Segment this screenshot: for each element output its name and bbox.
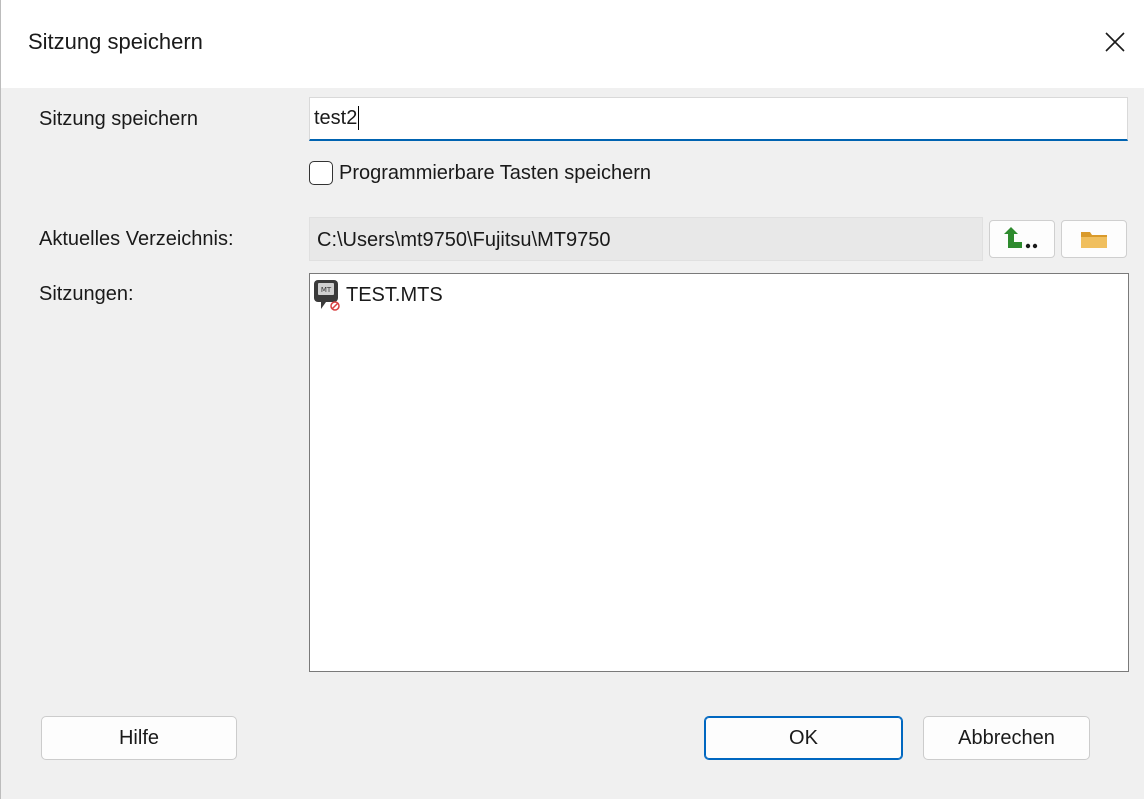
up-directory-icon: [1004, 227, 1038, 249]
save-keys-label: Programmierbare Tasten speichern: [339, 161, 652, 184]
current-directory-field: C:\Users\mt9750\Fujitsu\MT9750: [309, 217, 983, 261]
session-file-name: TEST.MTS: [346, 283, 443, 306]
session-name-input[interactable]: test2: [309, 97, 1128, 141]
dialog-title: Sitzung speichern: [28, 29, 203, 54]
mt-session-file-icon: MT: [314, 280, 340, 311]
sessions-list[interactable]: MT TEST.MTS: [309, 273, 1129, 672]
close-button[interactable]: [1093, 20, 1137, 64]
session-name-value: test2: [314, 107, 358, 129]
current-directory-label: Aktuelles Verzeichnis:: [39, 228, 234, 250]
close-icon: [1105, 32, 1125, 52]
title-bar: Sitzung speichern: [1, 0, 1144, 88]
save-keys-option[interactable]: Programmierbare Tasten speichern: [309, 159, 651, 187]
svg-text:MT: MT: [321, 286, 332, 294]
save-session-dialog: Sitzung speichern Sitzung speichern test…: [0, 0, 1144, 799]
sessions-label: Sitzungen:: [39, 283, 134, 305]
ok-button[interactable]: OK: [704, 716, 903, 760]
list-item[interactable]: MT TEST.MTS: [312, 277, 443, 313]
up-directory-button[interactable]: [989, 220, 1055, 258]
browse-folder-button[interactable]: [1061, 220, 1127, 258]
text-caret: [358, 105, 360, 130]
cancel-button[interactable]: Abbrechen: [923, 716, 1090, 760]
folder-icon: [1081, 232, 1107, 248]
help-button[interactable]: Hilfe: [41, 716, 237, 760]
save-keys-checkbox[interactable]: [309, 161, 333, 185]
session-name-label: Sitzung speichern: [39, 108, 198, 130]
